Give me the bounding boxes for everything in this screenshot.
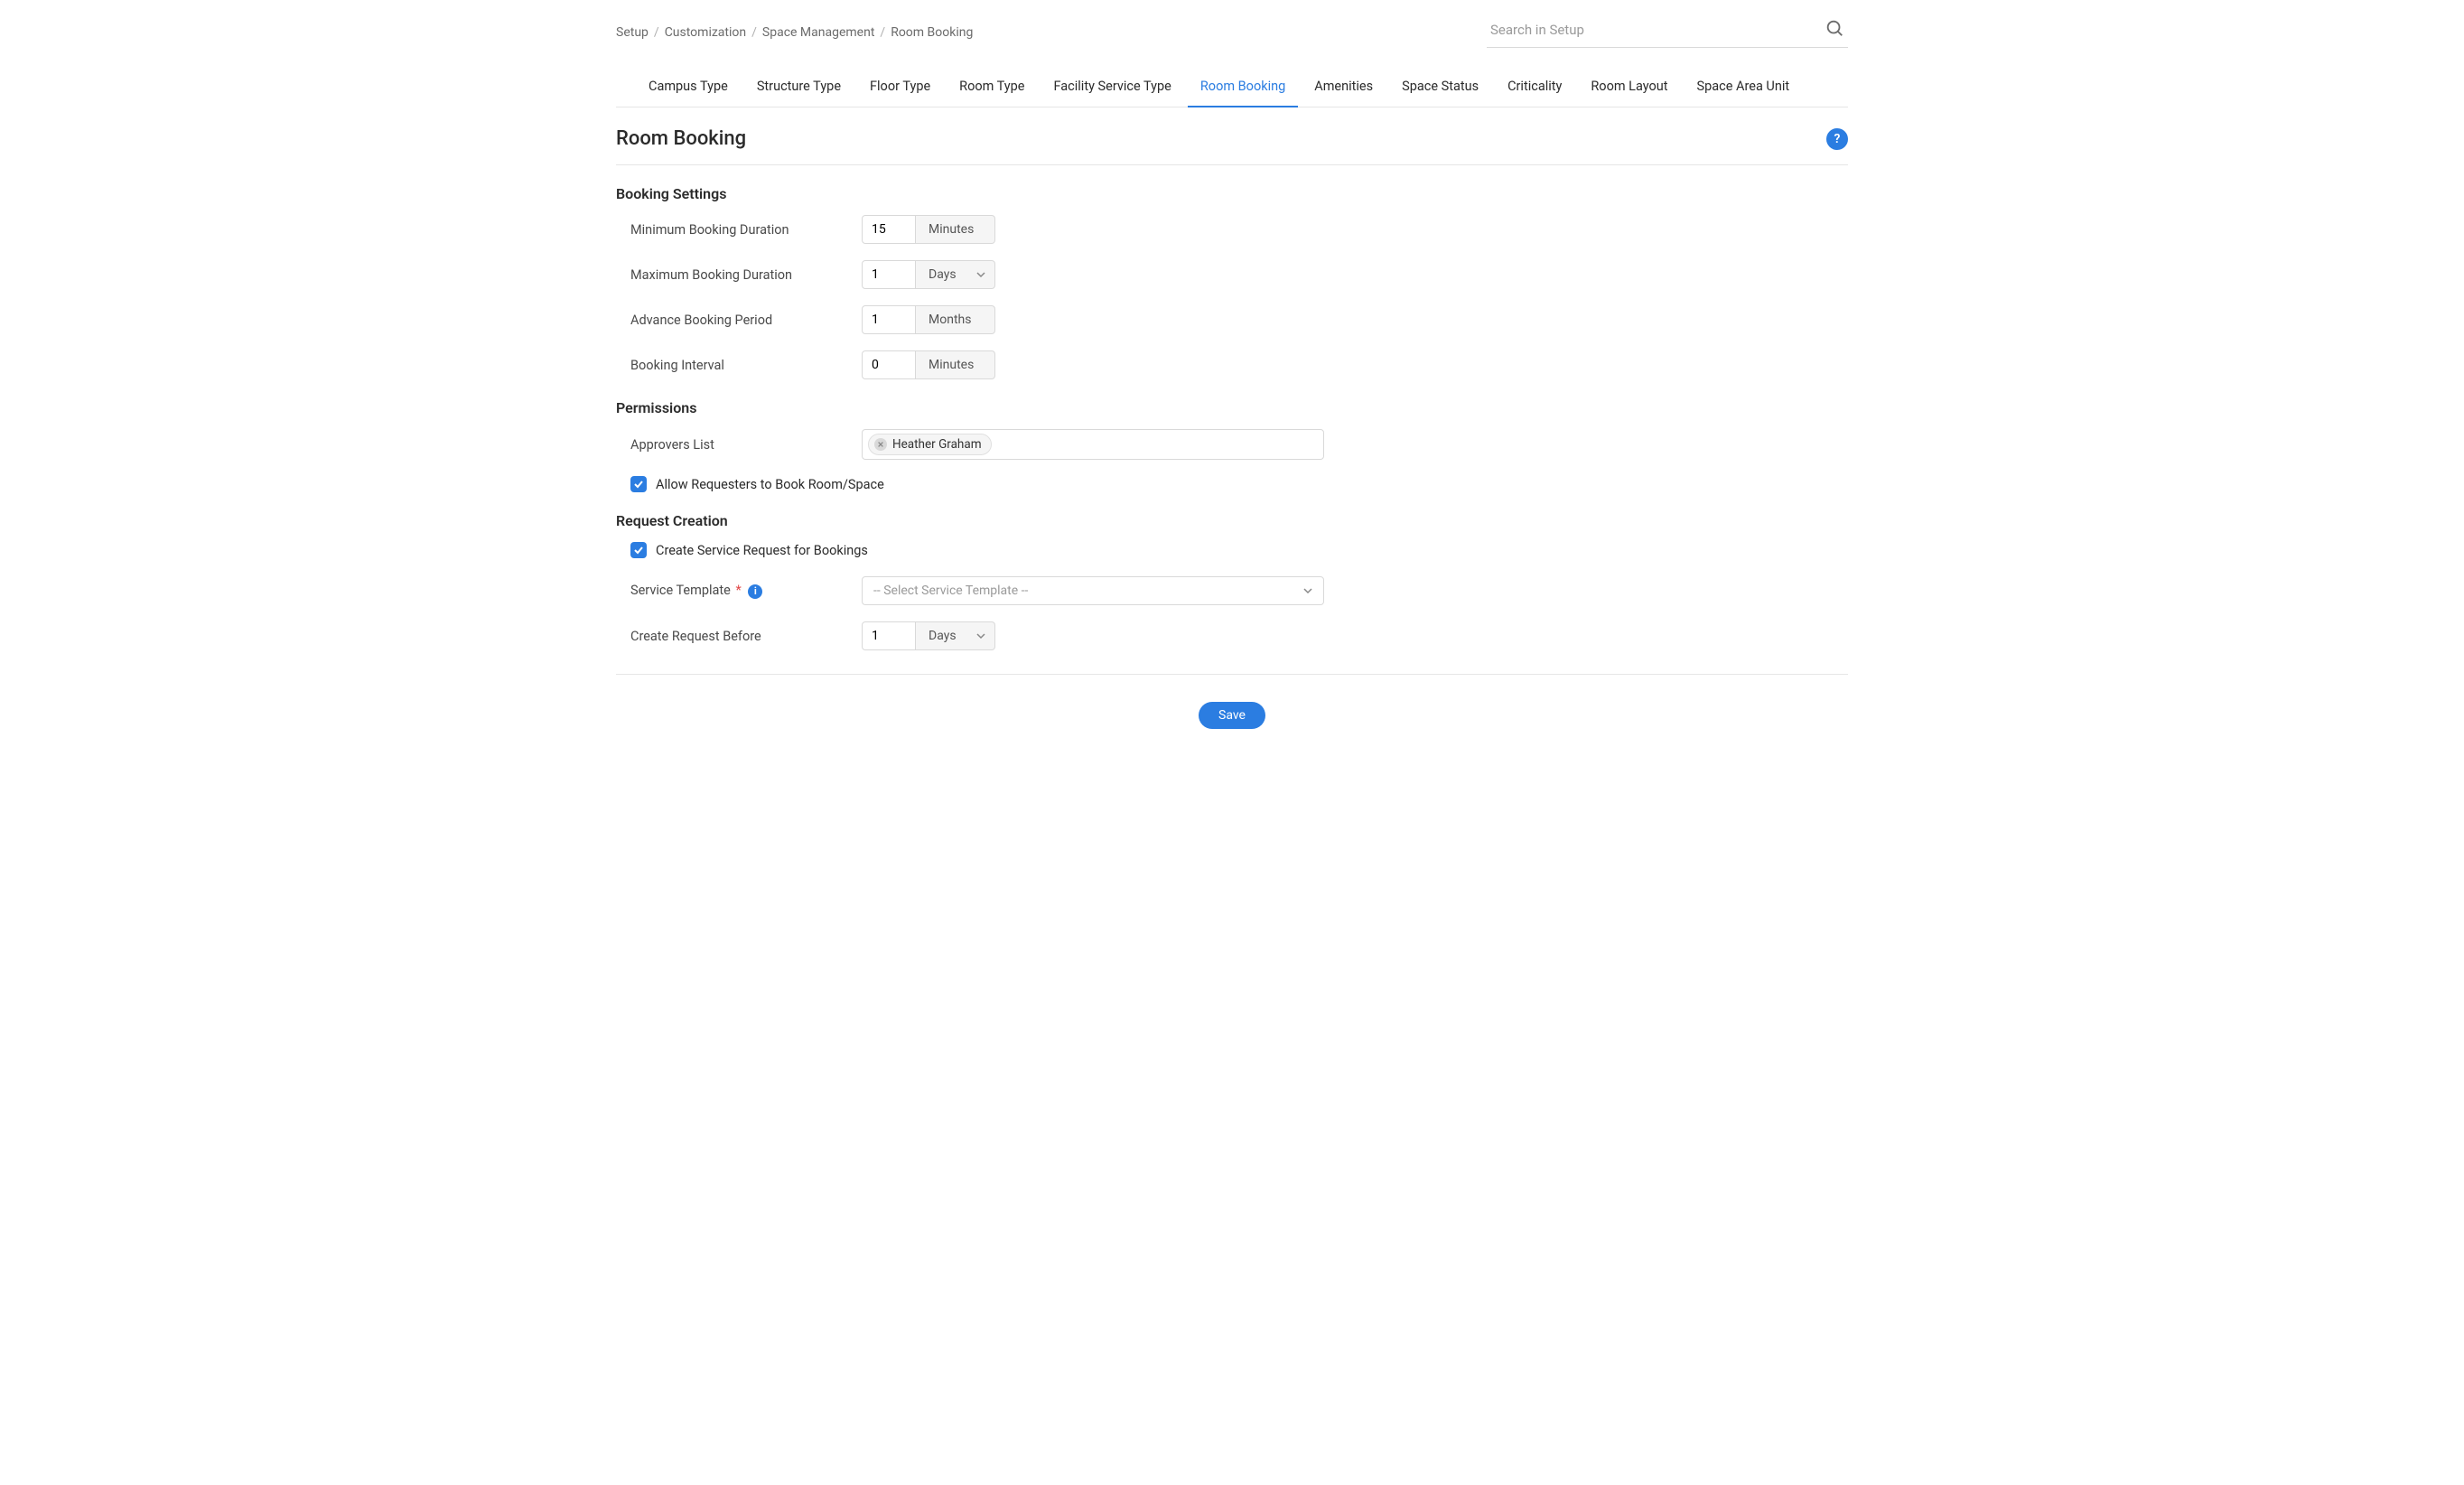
breadcrumb-item[interactable]: Setup: [616, 25, 649, 40]
tab-space-area-unit[interactable]: Space Area Unit: [1697, 68, 1790, 107]
search-input[interactable]: [1487, 16, 1848, 48]
search-icon[interactable]: [1825, 18, 1844, 38]
min-duration-input[interactable]: [862, 215, 916, 244]
create-before-input[interactable]: [862, 621, 916, 650]
min-duration-label: Minimum Booking Duration: [630, 222, 862, 238]
advance-period-label: Advance Booking Period: [630, 313, 862, 328]
tab-room-type[interactable]: Room Type: [959, 68, 1024, 107]
max-duration-label: Maximum Booking Duration: [630, 267, 862, 283]
advance-period-unit: Months: [916, 305, 995, 334]
advance-period-input[interactable]: [862, 305, 916, 334]
info-icon[interactable]: i: [748, 584, 762, 599]
tab-facility-service-type[interactable]: Facility Service Type: [1054, 68, 1171, 107]
create-before-label: Create Request Before: [630, 629, 862, 644]
approver-tag: Heather Graham: [868, 434, 992, 455]
allow-requesters-label: Allow Requesters to Book Room/Space: [656, 477, 884, 492]
remove-tag-icon[interactable]: [874, 438, 887, 451]
save-button[interactable]: Save: [1199, 702, 1265, 729]
breadcrumb-item[interactable]: Space Management: [762, 25, 875, 40]
space-mgmt-tabs: Campus Type Structure Type Floor Type Ro…: [616, 68, 1848, 107]
approvers-label: Approvers List: [630, 437, 862, 453]
tab-space-status[interactable]: Space Status: [1402, 68, 1479, 107]
breadcrumb-item[interactable]: Customization: [665, 25, 746, 40]
tab-structure-type[interactable]: Structure Type: [757, 68, 841, 107]
max-duration-unit-value: Days: [929, 267, 957, 282]
max-duration-unit-select[interactable]: Days: [916, 260, 995, 289]
tab-room-booking[interactable]: Room Booking: [1200, 68, 1285, 107]
approver-tag-label: Heather Graham: [892, 437, 982, 452]
breadcrumb: Setup/ Customization/ Space Management/ …: [616, 25, 973, 40]
approvers-input[interactable]: Heather Graham: [862, 429, 1324, 460]
section-request-creation: Request Creation: [616, 512, 1848, 529]
breadcrumb-item: Room Booking: [891, 25, 973, 40]
tab-floor-type[interactable]: Floor Type: [870, 68, 930, 107]
create-before-unit-value: Days: [929, 629, 957, 643]
min-duration-unit: Minutes: [916, 215, 995, 244]
tab-room-layout[interactable]: Room Layout: [1591, 68, 1667, 107]
booking-interval-input[interactable]: [862, 350, 916, 379]
tab-amenities[interactable]: Amenities: [1314, 68, 1373, 107]
section-permissions: Permissions: [616, 399, 1848, 416]
setup-search: [1487, 16, 1848, 48]
max-duration-input[interactable]: [862, 260, 916, 289]
tab-campus-type[interactable]: Campus Type: [649, 68, 728, 107]
booking-interval-unit: Minutes: [916, 350, 995, 379]
service-template-placeholder: -- Select Service Template --: [873, 584, 1028, 598]
create-sr-checkbox[interactable]: [630, 542, 647, 558]
service-template-label: Service Template * i: [630, 583, 862, 599]
create-before-unit-select[interactable]: Days: [916, 621, 995, 650]
chevron-down-icon: [976, 631, 985, 640]
service-template-select[interactable]: -- Select Service Template --: [862, 576, 1324, 605]
create-sr-label: Create Service Request for Bookings: [656, 543, 868, 558]
section-booking-settings: Booking Settings: [616, 185, 1848, 202]
tab-criticality[interactable]: Criticality: [1507, 68, 1562, 107]
allow-requesters-checkbox[interactable]: [630, 476, 647, 492]
help-button[interactable]: ?: [1826, 128, 1848, 150]
booking-interval-label: Booking Interval: [630, 358, 862, 373]
chevron-down-icon: [1303, 586, 1312, 595]
page-title: Room Booking: [616, 127, 746, 150]
chevron-down-icon: [976, 270, 985, 279]
